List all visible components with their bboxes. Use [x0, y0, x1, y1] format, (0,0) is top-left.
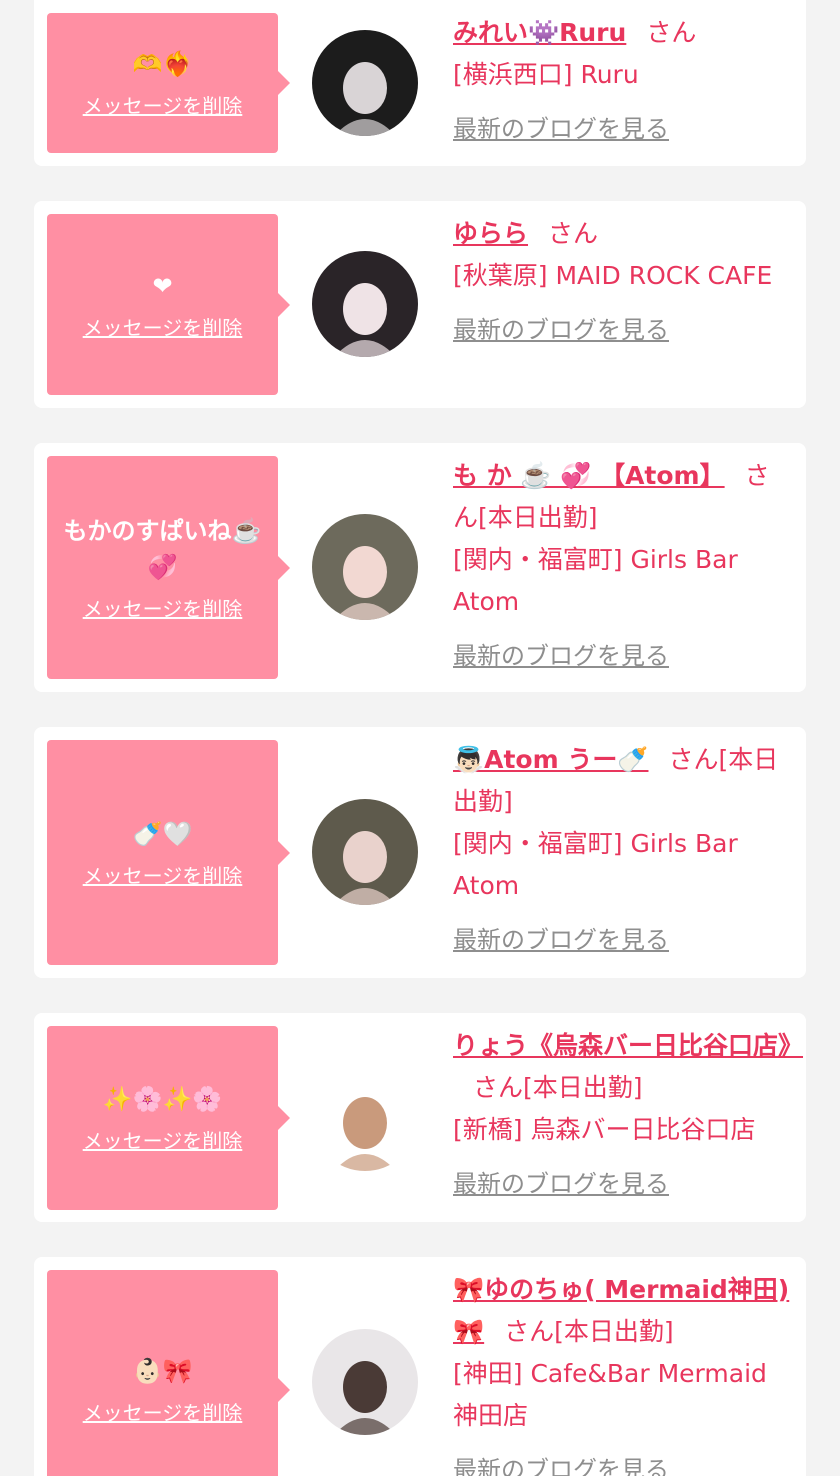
favorite-card: 🫶❤️‍🔥 メッセージを削除 みれい👾Ruru さん [横浜西口] Ruru 最新のブログ… [34, 0, 806, 166]
cast-name-link[interactable]: ゆらら [453, 219, 528, 248]
avatar[interactable] [312, 1329, 418, 1435]
avatar[interactable] [312, 30, 418, 136]
cast-info: も か ☕️ 💞 【Atom】 さん[本日出勤] [関内・福富町] Girls Ba… [453, 455, 793, 677]
latest-blog-link[interactable]: 最新のブログを見る [453, 309, 669, 351]
honorific: さん [473, 1073, 524, 1102]
message-bubble: 🫶❤️‍🔥 メッセージを削除 [47, 13, 290, 153]
favorite-card: もかのすぱいね☕️💞 メッセージを削除 も か ☕️ 💞 【Atom】 さん[本日出勤… [34, 443, 806, 692]
message-text: ❤ [152, 271, 173, 300]
cast-name-link[interactable]: 👼🏻Atom うー🍼 [453, 745, 648, 774]
cast-info: ゆらら さん [秋葉原] MAID ROCK CAFE 最新のブログを見る [453, 213, 793, 351]
avatar[interactable] [312, 799, 418, 905]
favorite-card: ❤ メッセージを削除 ゆらら さん [秋葉原] MAID ROCK CAFE 最新のブログ… [34, 201, 806, 408]
honorific: さん [504, 1317, 555, 1346]
shop-name: [秋葉原] MAID ROCK CAFE [453, 261, 773, 290]
cast-name-line: りょう《烏森バー日比谷口店》さん[本日出勤] [453, 1025, 803, 1109]
delete-message-link[interactable]: メッセージを削除 [83, 595, 243, 623]
delete-message-link[interactable]: メッセージを削除 [83, 314, 243, 342]
latest-blog-link[interactable]: 最新のブログを見る [453, 919, 669, 961]
shop-name: [関内・福富町] Girls Bar Atom [453, 545, 738, 616]
avatar[interactable] [312, 514, 418, 620]
message-bubble: ✨🌸✨🌸 メッセージを削除 [47, 1026, 290, 1210]
cast-name-link[interactable]: みれい👾Ruru [453, 18, 626, 47]
cast-name-link[interactable]: りょう《烏森バー日比谷口店》 [453, 1031, 803, 1060]
message-bubble: 🍼🤍 メッセージを削除 [47, 740, 290, 965]
cast-info: 👼🏻Atom うー🍼 さん[本日出勤] [関内・福富町] Girls Bar Ato… [453, 739, 793, 961]
status-today: [本日出勤] [554, 1317, 674, 1346]
delete-message-link[interactable]: メッセージを削除 [83, 862, 243, 890]
favorites-list: 🫶❤️‍🔥 メッセージを削除 みれい👾Ruru さん [横浜西口] Ruru 最新のブログ… [0, 0, 840, 1476]
shop-name: [神田] Cafe&Bar Mermaid 神田店 [453, 1359, 767, 1430]
latest-blog-link[interactable]: 最新のブログを見る [453, 1163, 669, 1205]
cast-name-line: も か ☕️ 💞 【Atom】 さん[本日出勤] [453, 455, 793, 539]
favorite-card: 🍼🤍 メッセージを削除 👼🏻Atom うー🍼 さん[本日出勤] [関内・福富町] Gir… [34, 727, 806, 978]
latest-blog-link[interactable]: 最新のブログを見る [453, 635, 669, 677]
avatar[interactable] [312, 251, 418, 357]
favorite-card: 👶🏻🎀 メッセージを削除 🎀ゆのちゅ( Mermaid神田)🎀 さん[本日出勤] [神田… [34, 1257, 806, 1476]
cast-name-link[interactable]: も か ☕️ 💞 【Atom】 [453, 461, 725, 490]
cast-name-line: 👼🏻Atom うー🍼 さん[本日出勤] [453, 739, 793, 823]
status-today: [本日出勤] [478, 503, 598, 532]
cast-info: りょう《烏森バー日比谷口店》さん[本日出勤] [新橋] 烏森バー日比谷口店最新のブ… [453, 1025, 803, 1205]
message-text: 🍼🤍 [132, 819, 193, 848]
message-bubble: ❤ メッセージを削除 [47, 214, 290, 395]
cast-name-line: 🎀ゆのちゅ( Mermaid神田)🎀 さん[本日出勤] [453, 1269, 793, 1353]
latest-blog-link[interactable]: 最新のブログを見る [453, 1449, 669, 1476]
shop-name: [関内・福富町] Girls Bar Atom [453, 829, 738, 900]
cast-info: みれい👾Ruru さん [横浜西口] Ruru 最新のブログを見る [453, 12, 793, 150]
message-text: ✨🌸✨🌸 [102, 1085, 223, 1113]
delete-message-link[interactable]: メッセージを削除 [83, 1127, 243, 1155]
shop-name: [新橋] 烏森バー日比谷口店 [453, 1115, 756, 1144]
cast-name-line: みれい👾Ruru さん [453, 12, 793, 54]
message-text: 🫶❤️‍🔥 [132, 50, 193, 78]
avatar[interactable] [312, 1065, 418, 1171]
message-text: 👶🏻🎀 [132, 1357, 193, 1385]
status-today: [本日出勤] [523, 1073, 643, 1102]
message-text: もかのすぱいね☕️💞 [63, 516, 262, 581]
message-bubble: 👶🏻🎀 メッセージを削除 [47, 1270, 290, 1476]
delete-message-link[interactable]: メッセージを削除 [83, 92, 243, 120]
honorific: さん [548, 219, 599, 248]
cast-name-line: ゆらら さん [453, 213, 793, 255]
honorific: さん [668, 745, 719, 774]
delete-message-link[interactable]: メッセージを削除 [83, 1399, 243, 1427]
cast-info: 🎀ゆのちゅ( Mermaid神田)🎀 さん[本日出勤] [神田] Cafe&Bar … [453, 1269, 793, 1476]
message-bubble: もかのすぱいね☕️💞 メッセージを削除 [47, 456, 290, 679]
latest-blog-link[interactable]: 最新のブログを見る [453, 108, 669, 150]
shop-name: [横浜西口] Ruru [453, 60, 639, 89]
honorific: さん [646, 18, 697, 47]
favorite-card: ✨🌸✨🌸 メッセージを削除 りょう《烏森バー日比谷口店》さん[本日出勤] [新橋] 烏… [34, 1013, 806, 1222]
